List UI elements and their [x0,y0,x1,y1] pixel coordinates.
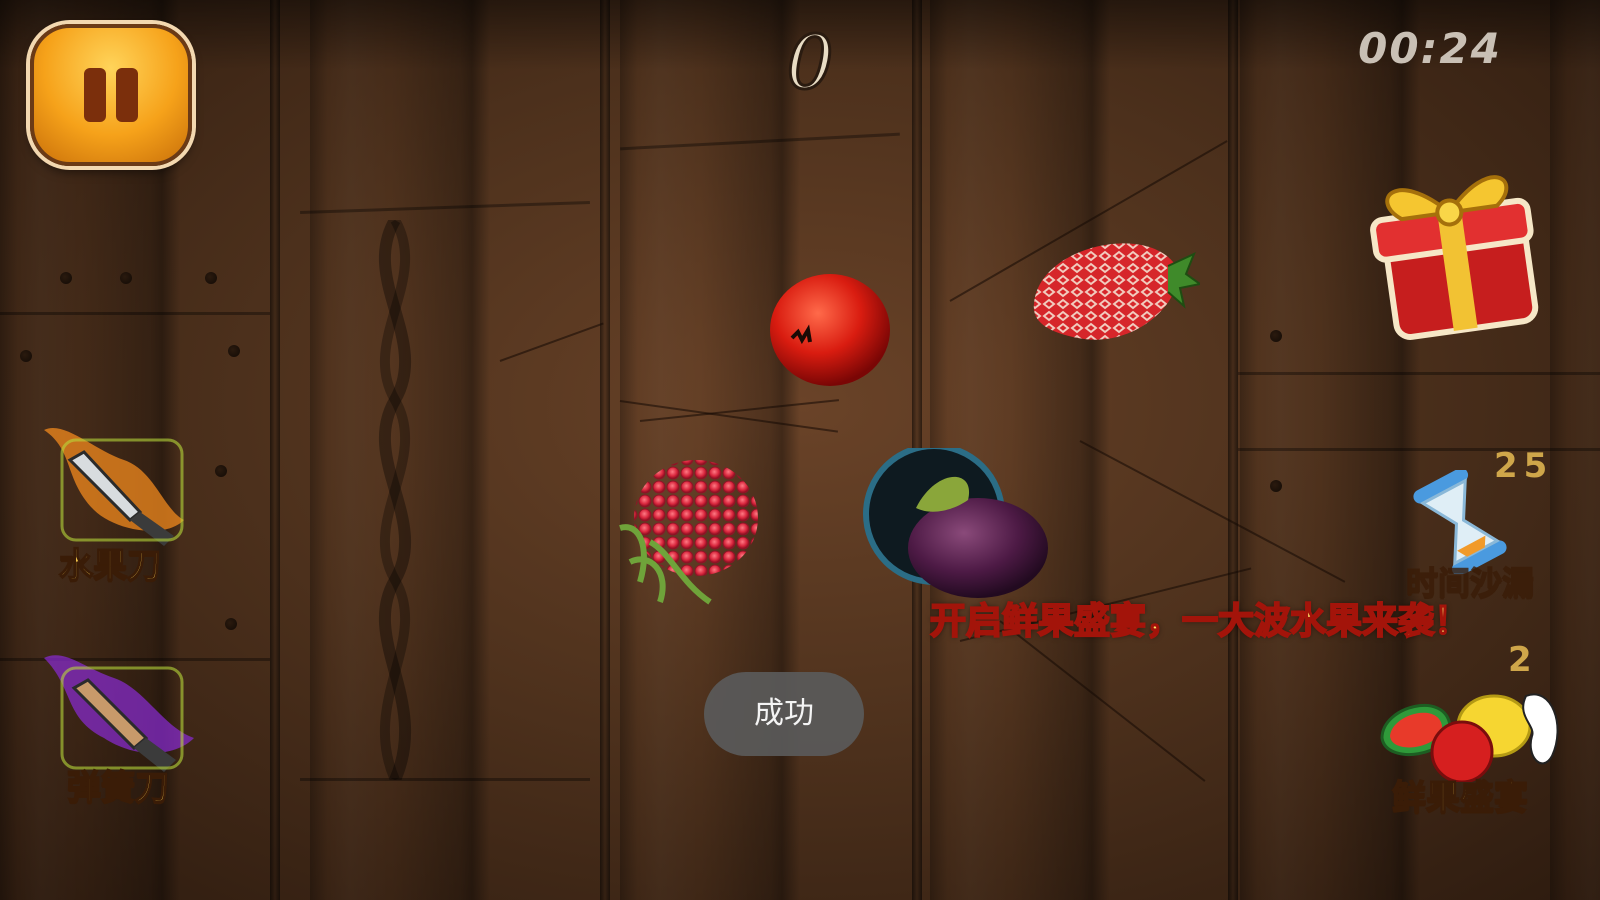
flaming-knife-icon [44,427,184,546]
fruit-feast-label: 鲜果盛宴 [1391,777,1529,819]
scratch-mark [1079,440,1346,583]
board-line [300,778,590,781]
game-board[interactable]: 0 00:24 水果刀 弹簧刀 25 时间沙漏 2 鲜果盛宴 开启鲜果盛宴，一大… [0,0,1600,900]
hourglass-powerup[interactable]: 时间沙漏 [1380,470,1560,610]
plank-seam [600,0,610,900]
pause-icon-bar-left [84,68,106,122]
nail [20,350,32,362]
fruit-knife-powerup[interactable]: 水果刀 [20,420,220,590]
strawberry-fruit[interactable] [1028,226,1200,350]
scratch-mark [999,620,1206,782]
fruit-feast-count: 2 [1508,640,1538,680]
nail [228,345,240,357]
nail [1270,480,1282,492]
nail [225,618,237,630]
gift-box-icon[interactable] [1368,150,1544,346]
plank-seam [270,0,280,900]
spring-knife-label: 弹簧刀 [66,767,170,809]
wood-carving [379,220,411,780]
fruit-knife-label: 水果刀 [58,545,162,587]
board-line [300,200,590,215]
spring-knife-powerup[interactable]: 弹簧刀 [26,648,226,818]
nail [205,272,217,284]
nail [1270,330,1282,342]
nail [60,272,72,284]
apple-fruit[interactable] [762,268,898,394]
board-line [620,132,900,151]
score-display: 0 [785,19,835,108]
timer-display: 00:24 [1358,24,1502,73]
raspberry-fruit[interactable] [610,452,766,608]
fruit-bundle-icon [1380,693,1559,782]
pause-icon-bar-right [116,68,138,122]
scratch-mark [499,322,604,362]
pause-button[interactable] [30,24,192,166]
fruit-feast-powerup[interactable]: 鲜果盛宴 [1370,686,1570,826]
plank-seam [1228,0,1238,900]
board-line [1238,372,1600,375]
board-line [0,312,270,315]
fruit-feast-banner: 开启鲜果盛宴，一大波水果来袭！ [929,600,1471,643]
plum-fruit[interactable] [856,448,1056,598]
lightning-knife-icon [44,655,194,772]
scratch-mark [619,400,838,433]
nail [120,272,132,284]
toast-message: 成功 [704,672,864,756]
